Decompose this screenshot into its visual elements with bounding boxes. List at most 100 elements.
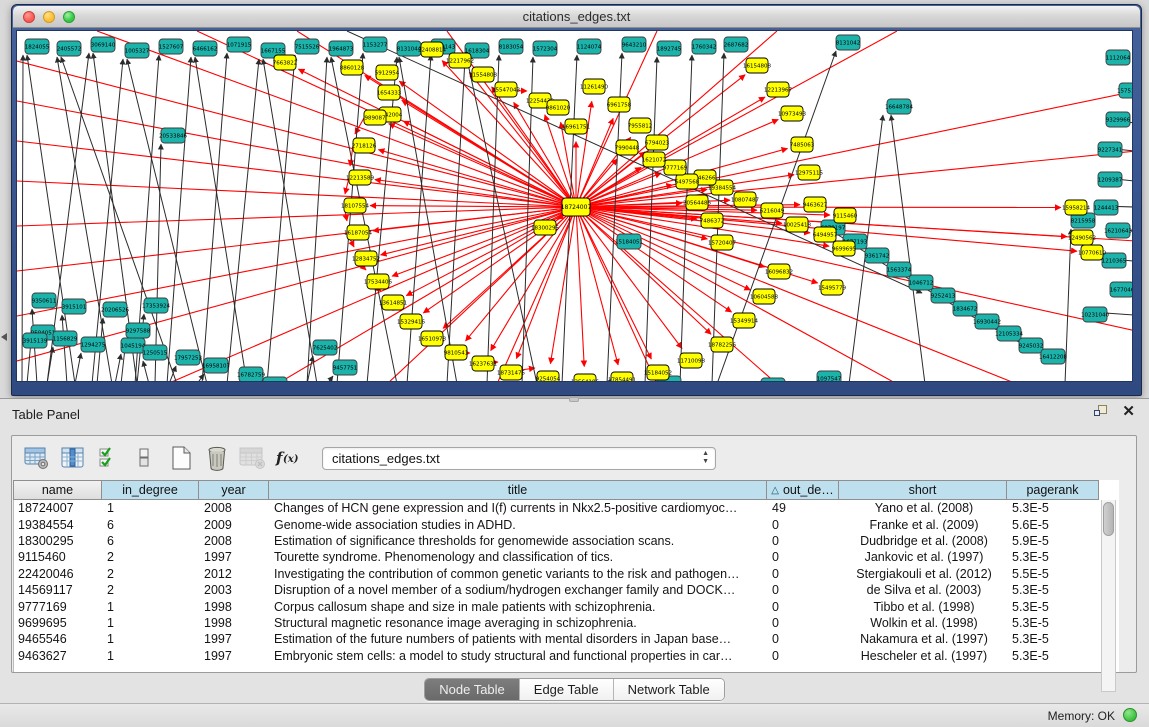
graph-node-yellow[interactable]: 9777169 xyxy=(663,160,688,175)
table-scrollbar[interactable] xyxy=(1101,500,1116,692)
graph-node-yellow[interactable]: 17854491 xyxy=(608,372,636,382)
graph-node-teal[interactable]: 1124074 xyxy=(577,39,602,54)
graph-node-yellow[interactable]: 18107554 xyxy=(341,198,369,213)
graph-node-teal[interactable]: 16648784 xyxy=(885,99,913,114)
graph-node-teal[interactable]: 1892745 xyxy=(657,41,682,56)
graph-node-yellow[interactable]: 1654333 xyxy=(377,85,402,100)
graph-node-yellow[interactable]: 10025418 xyxy=(783,217,811,232)
graph-node-yellow[interactable]: 18782256 xyxy=(708,337,736,352)
table-row[interactable]: 946362711997Embryonic stem cells: a mode… xyxy=(14,648,1119,664)
graph-node-yellow[interactable]: 7663822 xyxy=(273,55,298,70)
graph-node-yellow[interactable]: 9861020 xyxy=(546,100,571,115)
graph-node-yellow[interactable]: 16961751 xyxy=(562,119,590,134)
graph-node-yellow[interactable]: 15495779 xyxy=(818,280,846,295)
graph-node-teal[interactable]: 1156829 xyxy=(53,331,78,346)
table-row[interactable]: 1872400712008Changes of HCN gene express… xyxy=(14,500,1119,516)
graph-node-teal[interactable]: 1294275 xyxy=(81,337,106,352)
row-selector-icon[interactable] xyxy=(130,444,160,472)
table-row[interactable]: 1830029562008Estimation of significance … xyxy=(14,533,1119,549)
citation-edge-black[interactable] xyxy=(227,59,259,382)
column-header-out_de[interactable]: △out_de… xyxy=(767,480,839,500)
graph-node-yellow[interactable]: 16237631 xyxy=(469,356,497,371)
graph-node-teal[interactable]: 2687682 xyxy=(724,37,749,52)
graph-node-teal[interactable]: 16412208 xyxy=(1039,349,1067,364)
table-row[interactable]: 911546021997Tourette syndrome. Phenomeno… xyxy=(14,549,1119,565)
citation-edge-black[interactable] xyxy=(167,57,191,382)
tab-node-table[interactable]: Node Table xyxy=(425,679,520,700)
graph-node-teal[interactable]: 16930442 xyxy=(973,314,1001,329)
graph-node-yellow[interactable]: 15329416 xyxy=(397,314,425,329)
graph-node-teal[interactable]: 9245012 xyxy=(761,378,786,382)
citation-edge-red[interactable] xyxy=(469,72,576,207)
graph-node-teal[interactable]: 1250515 xyxy=(143,345,168,360)
citation-edge-red[interactable] xyxy=(576,207,657,382)
graph-node-yellow[interactable]: 7486372 xyxy=(700,213,725,228)
graph-node-yellow[interactable]: 15958214 xyxy=(1062,200,1090,215)
graph-node-teal[interactable]: 1834672 xyxy=(953,301,978,316)
graph-node-yellow[interactable]: 12213967 xyxy=(764,82,792,97)
graph-node-teal[interactable]: 10231040 xyxy=(1081,307,1109,322)
graph-node-yellow[interactable]: 9115460 xyxy=(833,208,858,223)
column-header-name[interactable]: name xyxy=(13,480,102,500)
graph-node-teal[interactable]: 17353924 xyxy=(142,298,170,313)
graph-node-teal[interactable]: 20206526 xyxy=(101,302,129,317)
table-row[interactable]: 946554611997Estimation of the future num… xyxy=(14,631,1119,647)
citation-edge-black[interactable] xyxy=(143,361,149,382)
citation-edge-red[interactable] xyxy=(576,207,584,367)
graph-node-teal[interactable]: 1572304 xyxy=(533,41,558,56)
graph-node-teal[interactable]: 9457751 xyxy=(333,360,358,375)
graph-node-teal[interactable]: 15184051 xyxy=(615,234,643,249)
graph-node-yellow[interactable]: 18300295 xyxy=(531,220,559,235)
graph-node-yellow[interactable]: 2718126 xyxy=(352,138,377,153)
graph-node-yellow[interactable]: 9463627 xyxy=(803,197,828,212)
network-table-select[interactable]: citations_edges.txt▲▼ xyxy=(322,447,716,470)
graph-node-teal[interactable]: 8131042 xyxy=(836,35,861,50)
graph-node-teal[interactable]: 15751874 xyxy=(1117,83,1133,98)
graph-node-yellow[interactable]: 16187054 xyxy=(344,225,372,240)
graph-node-teal[interactable]: 12105334 xyxy=(995,326,1023,341)
citation-edge-red[interactable] xyxy=(576,31,897,207)
graph-node-yellow[interactable]: 12213589 xyxy=(346,170,374,185)
graph-node-yellow[interactable]: 22408814 xyxy=(418,42,446,57)
graph-node-yellow[interactable]: 6494957 xyxy=(813,227,838,242)
graph-node-teal[interactable]: 16210643 xyxy=(1104,223,1132,238)
graph-node-teal[interactable]: 2405572 xyxy=(57,41,82,56)
graph-node-yellow[interactable]: 6497568 xyxy=(675,174,700,189)
collapse-panel-arrow-icon[interactable] xyxy=(1,333,7,341)
graph-node-teal[interactable]: 9361742 xyxy=(865,248,890,263)
graph-node-teal[interactable]: 9227341 xyxy=(1098,142,1123,157)
table-row[interactable]: 1938455462009Genome-wide association stu… xyxy=(14,516,1119,532)
graph-node-teal[interactable]: 12923448 xyxy=(261,377,289,382)
citation-edge-black[interactable] xyxy=(22,55,23,382)
graph-node-yellow[interactable]: 989087 xyxy=(364,110,386,125)
graph-node-yellow[interactable]: 16510978 xyxy=(418,331,446,346)
graph-node-teal[interactable]: 1964873 xyxy=(329,41,354,56)
graph-node-teal[interactable]: 1824055 xyxy=(25,39,50,54)
table-row[interactable]: 969969511998Structural magnetic resonanc… xyxy=(14,615,1119,631)
citation-network-graph[interactable]: 1824055240557230691401005327152760764661… xyxy=(17,31,1133,382)
graph-node-teal[interactable]: 1209387 xyxy=(1098,172,1123,187)
tab-network-table[interactable]: Network Table xyxy=(614,679,724,700)
function-builder-icon[interactable]: f(x) xyxy=(274,444,304,472)
citation-edge-black[interactable] xyxy=(891,115,925,382)
graph-node-teal[interactable]: 9643210 xyxy=(622,37,647,52)
graph-node-yellow[interactable]: 12217962 xyxy=(446,53,474,68)
graph-node-yellow[interactable]: 10973493 xyxy=(778,106,806,121)
network-canvas[interactable]: 1824055240557230691401005327152760764661… xyxy=(16,30,1133,382)
citation-edge-black[interactable] xyxy=(75,353,81,382)
graph-node-yellow[interactable]: 6216049 xyxy=(760,203,785,218)
citation-edge-black[interactable] xyxy=(487,55,499,382)
graph-node-yellow[interactable]: 16096832 xyxy=(765,264,793,279)
graph-node-teal[interactable]: 1112064 xyxy=(1106,50,1131,65)
graph-node-yellow[interactable]: 9254054 xyxy=(536,371,561,382)
graph-node-yellow[interactable]: 5912954 xyxy=(375,65,400,80)
delete-rows-icon[interactable] xyxy=(202,444,232,472)
graph-node-teal[interactable]: 1005327 xyxy=(125,43,150,58)
citation-edge-black[interactable] xyxy=(202,53,227,382)
citation-edge-red[interactable] xyxy=(466,207,576,341)
citation-edge-black[interactable] xyxy=(327,376,333,382)
graph-node-teal[interactable]: 1760342 xyxy=(692,39,717,54)
graph-node-yellow[interactable]: 7955812 xyxy=(628,118,653,133)
graph-node-yellow[interactable]: 11261490 xyxy=(580,79,608,94)
table-settings-icon[interactable] xyxy=(22,444,52,472)
